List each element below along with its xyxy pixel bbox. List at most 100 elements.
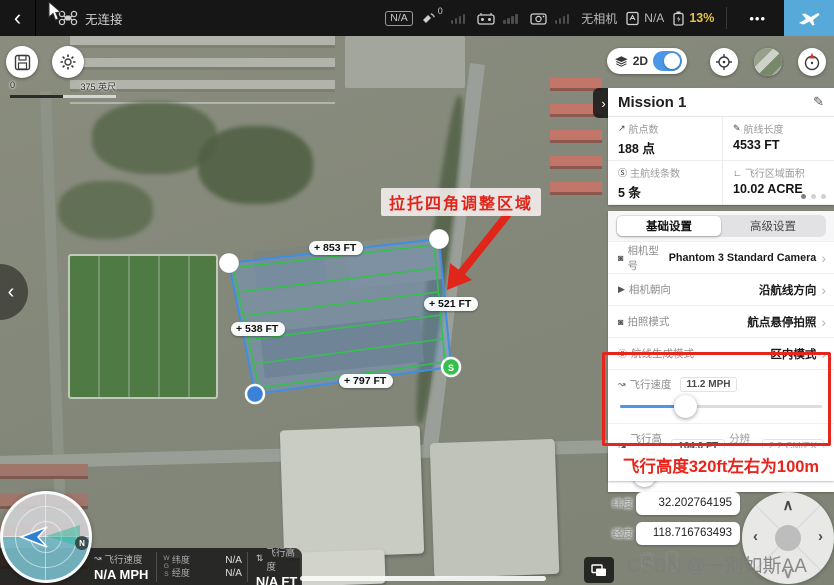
setting-camera-model[interactable]: ◙ 相机型号 Phantom 3 Standard Camera › bbox=[608, 241, 834, 273]
satellite-count: 0 bbox=[438, 6, 443, 16]
layers-icon bbox=[615, 55, 628, 68]
speed-icon: ↝ bbox=[94, 553, 102, 564]
tab-advanced-settings[interactable]: 高级设置 bbox=[721, 216, 825, 236]
setting-shoot-mode[interactable]: ◙ 拍照模式 航点悬停拍照 › bbox=[608, 305, 834, 337]
chevron-right-icon: › bbox=[821, 346, 826, 362]
gear-icon bbox=[59, 53, 77, 71]
latitude-row: 纬度 32.202764195 bbox=[612, 492, 740, 515]
topbar-divider bbox=[726, 7, 727, 29]
setting-value: 航点悬停拍照 bbox=[747, 314, 816, 330]
airplane-icon bbox=[797, 8, 821, 28]
tab-basic-settings[interactable]: 基础设置 bbox=[617, 216, 721, 236]
drone-heading-arrow bbox=[18, 526, 48, 548]
mouse-cursor bbox=[48, 2, 62, 22]
stat-value: 4533 FT bbox=[733, 138, 834, 152]
shoot-mode-icon: ◙ bbox=[618, 317, 623, 327]
gps-status[interactable]: 0 bbox=[421, 11, 443, 25]
back-chevron-icon: ‹ bbox=[14, 5, 21, 31]
save-button[interactable] bbox=[6, 46, 38, 78]
minimap-thumbnail bbox=[754, 48, 782, 76]
battery-percent: 13% bbox=[689, 11, 714, 25]
mainline-icon: Ⓢ bbox=[618, 166, 627, 179]
takeoff-button[interactable] bbox=[784, 0, 834, 36]
slider-knob[interactable] bbox=[674, 395, 697, 418]
screen-mirror-icon[interactable] bbox=[584, 557, 614, 583]
gps-signal-bars bbox=[451, 13, 466, 24]
setting-label: 拍照模式 bbox=[627, 314, 669, 329]
route-mode-icon: Ⓢ bbox=[618, 347, 627, 360]
camera-signal-bars bbox=[555, 13, 570, 24]
altitude-note: 飞行高度320ft左右为100m bbox=[608, 448, 834, 481]
mode-toggle-switch[interactable] bbox=[653, 51, 682, 71]
scale-end-label: 375 英尺 bbox=[80, 80, 116, 93]
chevron-right-icon: › bbox=[821, 250, 826, 266]
compass-reset-button[interactable] bbox=[798, 48, 826, 76]
topbar-right-cluster: N/A 0 无相机 bbox=[385, 0, 834, 36]
minimap-button[interactable] bbox=[754, 48, 782, 76]
setting-value: Phantom 3 Standard Camera bbox=[669, 252, 817, 264]
satellite-map[interactable]: S + 853 FT + 521 FT + 538 FT + 797 FT 拉托… bbox=[0, 36, 834, 585]
satellite-icon bbox=[421, 11, 437, 25]
tutorial-arrow bbox=[447, 214, 508, 290]
chevron-right-icon: › bbox=[601, 96, 605, 111]
watermark-text: CSDN @一别如斯AA bbox=[600, 551, 834, 578]
edge-distance-label: + 797 FT bbox=[339, 374, 393, 388]
map-mode-toggle[interactable]: 2D bbox=[607, 48, 687, 74]
scale-start-label: 0 bbox=[10, 80, 15, 93]
telemetry-lng-value: N/A bbox=[225, 567, 242, 580]
corner-handle-topleft bbox=[219, 253, 239, 273]
connection-status-label: 无连接 bbox=[85, 9, 123, 28]
mission-stats-grid: ↗航点数 188 点 ✎航线长度 4533 FT Ⓢ主航线条数 5 条 ∟飞行区… bbox=[608, 117, 834, 205]
compass-icon bbox=[802, 52, 822, 72]
area-icon: ∟ bbox=[733, 168, 742, 178]
flight-speed-slider[interactable] bbox=[620, 405, 822, 408]
flight-mode-badge: N/A bbox=[385, 11, 413, 26]
wgs-label: WGS bbox=[162, 555, 169, 579]
corner-handle-bottomleft bbox=[246, 385, 264, 403]
battery-status[interactable]: 13% bbox=[672, 11, 714, 26]
altitude-value: N/A FT bbox=[256, 574, 297, 585]
telemetry-altitude: ⇅飞行高度 N/A FT bbox=[250, 545, 303, 585]
stat-value: 188 点 bbox=[618, 138, 722, 157]
longitude-input[interactable]: 118.716763493 bbox=[636, 522, 740, 545]
flight-speed-value[interactable]: 11.2 MPH bbox=[680, 377, 738, 392]
stat-label: 航点数 bbox=[629, 121, 659, 136]
home-indicator[interactable] bbox=[300, 576, 546, 581]
save-floppy-icon bbox=[14, 54, 31, 71]
nudge-center-knob[interactable] bbox=[775, 525, 801, 551]
more-menu-button[interactable]: ••• bbox=[739, 11, 776, 26]
chevron-right-icon: › bbox=[821, 282, 826, 298]
setting-route-mode[interactable]: Ⓢ 航线生成模式 区内模式 › bbox=[608, 337, 834, 369]
nudge-left-button[interactable]: ‹ bbox=[753, 528, 758, 545]
latitude-input[interactable]: 32.202764195 bbox=[636, 492, 740, 515]
setting-camera-heading[interactable]: ▶ 相机朝向 沿航线方向 › bbox=[608, 273, 834, 305]
flight-record-status[interactable]: N/A bbox=[625, 11, 664, 26]
waypoint-icon: ↗ bbox=[618, 123, 626, 134]
stat-label: 主航线条数 bbox=[630, 165, 680, 180]
altitude-label: 飞行高度 bbox=[266, 545, 297, 573]
crosshair-icon bbox=[715, 53, 733, 71]
longitude-label: 经度 bbox=[612, 526, 636, 541]
setting-value: 沿航线方向 bbox=[759, 282, 817, 298]
page-dots[interactable] bbox=[801, 194, 826, 199]
top-status-bar: ‹ 无连接 N/A 0 bbox=[0, 0, 834, 36]
stat-mainline-count: Ⓢ主航线条数 5 条 bbox=[608, 161, 723, 205]
attitude-compass-widget[interactable]: N bbox=[0, 491, 92, 583]
edit-mission-icon[interactable]: ✎ bbox=[813, 94, 824, 110]
nudge-right-button[interactable]: › bbox=[818, 528, 823, 545]
remote-controller-icon[interactable] bbox=[477, 12, 495, 25]
camera-icon[interactable] bbox=[530, 12, 547, 25]
locate-button[interactable] bbox=[710, 48, 738, 76]
stat-value: 5 条 bbox=[618, 182, 722, 201]
aircraft-status[interactable]: 无连接 bbox=[58, 9, 123, 28]
compass-north-badge: N bbox=[75, 536, 89, 550]
route-length-icon: ✎ bbox=[733, 123, 741, 134]
longitude-row: 经度 118.716763493 bbox=[612, 522, 740, 545]
edge-distance-label: + 538 FT bbox=[231, 322, 285, 336]
battery-icon bbox=[672, 11, 685, 26]
back-button[interactable]: ‹ bbox=[0, 0, 36, 36]
map-settings-button[interactable] bbox=[52, 46, 84, 78]
nudge-up-button[interactable]: ∧ bbox=[742, 496, 834, 514]
flight-record-icon bbox=[625, 11, 640, 26]
mission-title: Mission 1 bbox=[618, 94, 686, 111]
